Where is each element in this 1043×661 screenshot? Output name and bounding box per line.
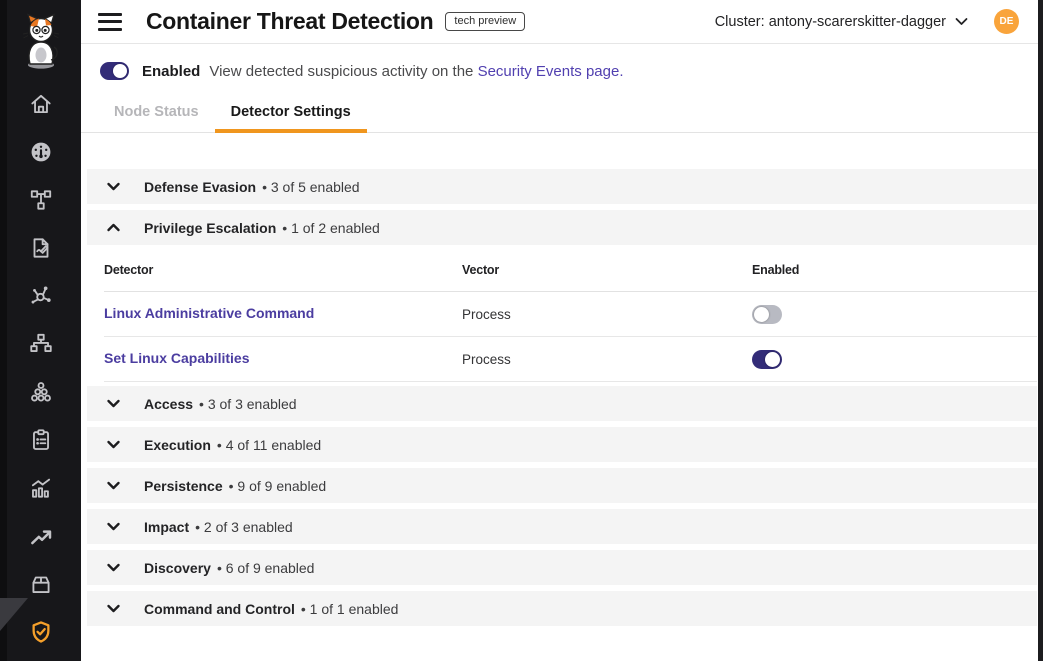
category-name: Persistence [144,478,223,494]
service-mesh-icon[interactable] [21,272,61,320]
category-name: Defense Evasion [144,179,256,195]
col-header-enabled: Enabled [752,263,1037,277]
avatar[interactable]: DE [994,9,1019,34]
chevron-down-icon [105,559,122,576]
page-title: Container Threat Detection [146,8,433,35]
home-icon[interactable] [21,80,61,128]
category-name: Execution [144,437,211,453]
tab-detector-settings[interactable]: Detector Settings [215,96,367,132]
col-header-detector: Detector [104,263,462,277]
checklist-icon[interactable] [21,416,61,464]
workload-groups-icon[interactable] [21,368,61,416]
dashboard-gauge-icon[interactable] [21,128,61,176]
chevron-down-icon [105,178,122,195]
topology-icon[interactable] [21,176,61,224]
page-content: Enabled View detected suspicious activity… [81,44,1043,661]
feature-enabled-toggle[interactable] [100,62,129,80]
detector-toggle[interactable] [752,305,782,324]
org-chart-icon[interactable] [21,320,61,368]
category-accordion-header[interactable]: Command and Control • 1 of 1 enabled [87,591,1037,626]
category-name: Discovery [144,560,211,576]
category-accordion-header[interactable]: Discovery • 6 of 9 enabled [87,550,1037,585]
enabled-label: Enabled [142,63,200,80]
chevron-down-icon [955,17,968,26]
category-enabled-count: • 4 of 11 enabled [217,437,321,453]
category-accordion-header[interactable]: Persistence • 9 of 9 enabled [87,468,1037,503]
detector-toggle[interactable] [752,350,782,369]
detector-vector: Process [462,307,752,322]
feature-enable-text: Enabled View detected suspicious activity… [142,63,624,80]
app-window: Container Threat Detection tech preview … [0,0,1043,661]
hamburger-menu-icon[interactable] [98,13,122,31]
sidebar [0,0,81,661]
chevron-down-icon [105,600,122,617]
category-enabled-count: • 1 of 2 enabled [282,220,380,236]
detector-row: Set Linux Capabilities Process [104,337,1037,382]
sidebar-edge-strip [0,0,7,661]
detector-category-list: Defense Evasion • 3 of 5 enabled Privile… [81,169,1043,626]
category-accordion-header[interactable]: Privilege Escalation • 1 of 2 enabled [87,210,1037,245]
category-enabled-count: • 1 of 1 enabled [301,601,399,617]
chevron-down-icon [105,477,122,494]
trending-up-icon[interactable] [21,512,61,560]
category-name: Impact [144,519,189,535]
security-events-link[interactable]: Security Events page. [478,63,624,80]
package-icon[interactable] [21,560,61,608]
detector-row: Linux Administrative Command Process [104,292,1037,337]
chevron-up-icon [105,219,122,236]
cat-logo[interactable] [18,10,64,72]
tab-node-status[interactable]: Node Status [98,96,215,132]
category-name: Command and Control [144,601,295,617]
category-name: Privilege Escalation [144,220,276,236]
category-enabled-count: • 3 of 3 enabled [199,396,297,412]
feature-enable-row: Enabled View detected suspicious activity… [81,44,1043,80]
security-shield-icon[interactable] [21,608,61,656]
category-name: Access [144,396,193,412]
detector-vector: Process [462,352,752,367]
cluster-label: Cluster: antony-scarerskitter-dagger [715,14,946,30]
category-enabled-count: • 2 of 3 enabled [195,519,293,535]
col-header-vector: Vector [462,263,752,277]
category-accordion-header[interactable]: Impact • 2 of 3 enabled [87,509,1037,544]
detector-table-header-row: Detector Vector Enabled [104,249,1037,292]
category-enabled-count: • 3 of 5 enabled [262,179,360,195]
category-accordion-header[interactable]: Defense Evasion • 3 of 5 enabled [87,169,1037,204]
tech-preview-badge: tech preview [445,12,525,31]
category-enabled-count: • 9 of 9 enabled [229,478,327,494]
detector-link[interactable]: Set Linux Capabilities [104,350,249,366]
audit-log-icon[interactable] [21,224,61,272]
detector-table: Detector Vector Enabled Linux Administra… [87,249,1037,382]
chevron-down-icon [105,395,122,412]
category-accordion-header[interactable]: Execution • 4 of 11 enabled [87,427,1037,462]
metrics-chart-icon[interactable] [21,464,61,512]
detector-link[interactable]: Linux Administrative Command [104,305,314,321]
scrollbar[interactable] [1038,0,1043,661]
tab-bar: Node StatusDetector Settings [81,96,1043,133]
chevron-down-icon [105,436,122,453]
cluster-dropdown[interactable]: Cluster: antony-scarerskitter-dagger [715,14,968,30]
chevron-down-icon [105,518,122,535]
category-accordion-header[interactable]: Access • 3 of 3 enabled [87,386,1037,421]
category-enabled-count: • 6 of 9 enabled [217,560,315,576]
top-bar: Container Threat Detection tech preview … [81,0,1043,44]
enable-description: View detected suspicious activity on the [209,63,473,80]
